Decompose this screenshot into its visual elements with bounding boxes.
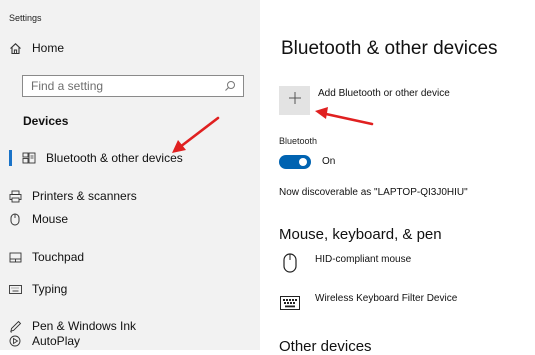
mouse-icon — [8, 212, 22, 226]
search-input[interactable]: Find a setting — [22, 75, 244, 97]
search-placeholder: Find a setting — [31, 79, 104, 93]
sidebar-item-label: Mouse — [32, 212, 69, 226]
sidebar-item-label: Pen & Windows Ink — [32, 319, 137, 333]
sidebar-item-autoplay[interactable]: AutoPlay — [8, 334, 80, 348]
sidebar-item-label: Printers & scanners — [32, 189, 137, 203]
annotation-arrow-icon — [172, 116, 220, 153]
sidebar-item-mouse[interactable]: Mouse — [8, 212, 68, 226]
main-panel: Bluetooth & other devices Add Bluetooth … — [260, 0, 535, 355]
devices-section-title: Devices — [23, 114, 69, 128]
mouse-keyboard-pen-heading: Mouse, keyboard, & pen — [279, 226, 442, 243]
add-device-label[interactable]: Add Bluetooth or other device — [318, 88, 450, 99]
sidebar-item-label: Typing — [32, 282, 68, 296]
device-item-wireless-keyboard[interactable]: Wireless Keyboard Filter Device — [315, 293, 457, 304]
touchpad-icon — [8, 250, 22, 264]
home-icon — [8, 41, 22, 55]
other-devices-heading: Other devices — [279, 338, 372, 355]
sidebar-item-label: Bluetooth & other devices — [46, 151, 183, 165]
toggle-state-label: On — [322, 156, 336, 167]
page-title: Bluetooth & other devices — [281, 38, 498, 59]
active-indicator — [9, 150, 12, 166]
search-icon[interactable] — [221, 77, 239, 95]
bluetooth-toggle[interactable] — [279, 155, 311, 169]
sidebar-item-label: Touchpad — [32, 250, 85, 264]
annotation-arrow-icon — [315, 107, 374, 126]
home-nav-item[interactable]: Home — [8, 41, 64, 55]
sidebar-item-printers[interactable]: Printers & scanners — [8, 189, 137, 203]
sidebar-item-touchpad[interactable]: Touchpad — [8, 250, 84, 264]
discoverable-text: Now discoverable as "LAPTOP-QI3J0HIU" — [279, 187, 468, 198]
bluetooth-label: Bluetooth — [279, 136, 318, 146]
sidebar-item-label: AutoPlay — [32, 334, 81, 348]
pen-icon — [8, 319, 22, 333]
add-device-button[interactable] — [279, 86, 310, 115]
sidebar-item-pen[interactable]: Pen & Windows Ink — [8, 319, 136, 333]
plus-icon — [288, 91, 302, 110]
bluetooth-devices-icon — [22, 151, 36, 165]
sidebar: Settings Home Find a setting Devices Blu… — [0, 0, 260, 350]
keyboard-icon — [8, 282, 22, 296]
mouse-icon — [280, 253, 300, 273]
keyboard-icon — [280, 293, 300, 313]
toggle-knob — [299, 158, 307, 166]
sidebar-item-typing[interactable]: Typing — [8, 282, 67, 296]
device-item-hid-mouse[interactable]: HID-compliant mouse — [315, 254, 411, 265]
app-title: Settings — [9, 13, 42, 23]
home-label: Home — [32, 41, 65, 55]
printer-icon — [8, 189, 22, 203]
sidebar-item-bluetooth[interactable]: Bluetooth & other devices — [22, 151, 183, 165]
autoplay-icon — [8, 334, 22, 348]
